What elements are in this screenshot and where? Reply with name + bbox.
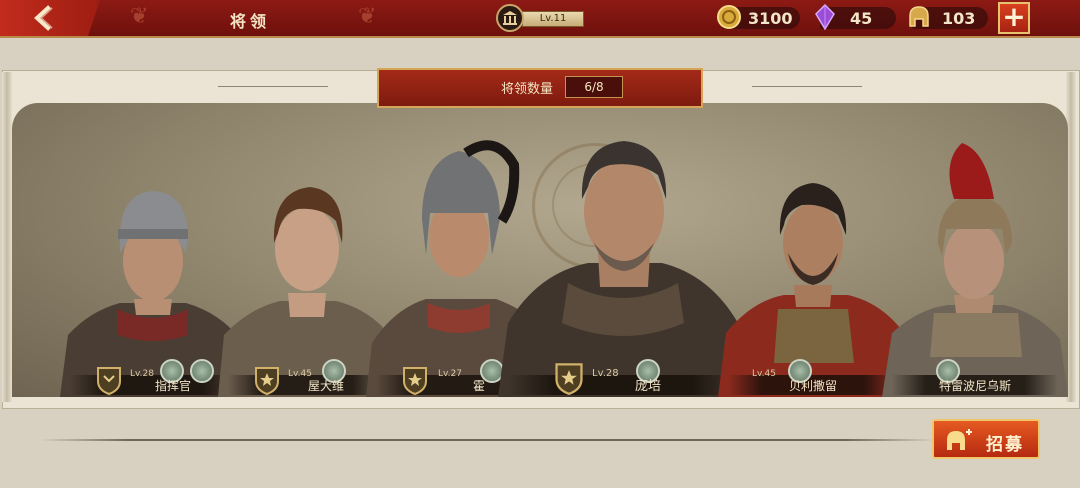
general-name: 特雷波尼乌斯 bbox=[938, 379, 1011, 393]
general-portrait bbox=[882, 143, 1068, 397]
back-arrow-icon bbox=[34, 5, 53, 31]
recruit-label: 招募 bbox=[986, 435, 1024, 455]
helmet-plus-icon bbox=[947, 429, 972, 450]
generals-stage: Lv.28 指挥官 Lv.45 屋大维 Lv.27 霍 Lv.28 庞培 Lv.… bbox=[12, 103, 1068, 397]
gold-coin-icon bbox=[717, 5, 741, 29]
general-card-belisarius[interactable]: Lv.45 贝利撒留 bbox=[718, 103, 908, 397]
back-button[interactable] bbox=[0, 0, 100, 36]
helmet-honor-icon bbox=[909, 6, 929, 27]
gem-value: 45 bbox=[850, 9, 873, 28]
page-title: 将领 bbox=[230, 12, 271, 31]
general-portrait bbox=[718, 183, 908, 397]
honor-counter: 103 bbox=[909, 6, 988, 29]
recruit-button[interactable]: 招募 bbox=[932, 419, 1040, 459]
purple-gem-icon bbox=[815, 4, 835, 30]
gold-counter: 3100 bbox=[717, 5, 800, 29]
general-count-value: 6/8 bbox=[565, 76, 623, 98]
general-count-banner: 将领数量 6/8 bbox=[377, 68, 703, 108]
general-card-trebonius[interactable]: 特雷波尼乌斯 bbox=[882, 103, 1068, 397]
bottom-divider bbox=[40, 439, 935, 441]
header-line-right bbox=[752, 86, 862, 87]
general-portrait bbox=[498, 141, 748, 397]
top-bar: ❦ 将领 ❦ Lv.11 3100 45 103 + bbox=[0, 0, 1080, 38]
gold-value: 3100 bbox=[748, 9, 793, 28]
level-label: Lv.11 bbox=[522, 11, 584, 27]
left-column-decoration bbox=[2, 72, 12, 402]
general-name: 贝利撒留 bbox=[788, 379, 837, 393]
general-card-pompey[interactable]: Lv.28 庞培 bbox=[498, 103, 748, 397]
header-line-left bbox=[218, 86, 328, 87]
add-resource-button[interactable]: + bbox=[998, 2, 1030, 34]
general-count-label: 将领数量 bbox=[501, 82, 554, 97]
gem-counter: 45 bbox=[815, 4, 896, 30]
temple-icon bbox=[496, 4, 524, 32]
laurel-right-icon: ❦ bbox=[358, 4, 377, 29]
laurel-left-icon: ❦ bbox=[130, 4, 149, 29]
honor-value: 103 bbox=[942, 9, 976, 28]
